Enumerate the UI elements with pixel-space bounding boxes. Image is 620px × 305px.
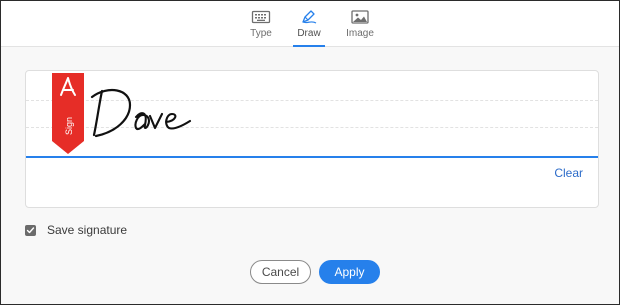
dialog-content: Sign Clear Save signature Cancel Apply bbox=[1, 47, 619, 304]
clear-signature-link[interactable]: Clear bbox=[554, 166, 583, 180]
save-signature-checkbox[interactable] bbox=[25, 225, 36, 236]
cancel-button[interactable]: Cancel bbox=[250, 260, 311, 284]
save-signature-label: Save signature bbox=[47, 223, 128, 237]
tab-draw[interactable]: Draw bbox=[291, 1, 327, 47]
tab-draw-label: Draw bbox=[297, 28, 321, 39]
tab-image[interactable]: Image bbox=[339, 1, 381, 46]
sign-flag-label: Sign bbox=[64, 117, 74, 135]
pen-icon bbox=[302, 10, 317, 24]
image-icon bbox=[351, 10, 369, 24]
apply-button[interactable]: Apply bbox=[319, 260, 380, 284]
tab-type[interactable]: Type bbox=[239, 1, 283, 46]
keyboard-icon bbox=[251, 10, 271, 24]
sign-here-flag: Sign bbox=[52, 73, 84, 154]
tab-image-label: Image bbox=[346, 28, 374, 39]
signature-mode-tabs: Type Draw Image bbox=[1, 1, 619, 47]
signature-dialog: Type Draw Image Sign Clear Save signatur… bbox=[0, 0, 620, 305]
tab-type-label: Type bbox=[250, 28, 272, 39]
drawn-signature bbox=[90, 88, 192, 138]
checkmark-icon bbox=[26, 227, 35, 234]
signature-pad[interactable]: Sign Clear bbox=[25, 70, 599, 208]
signature-baseline bbox=[26, 156, 598, 158]
